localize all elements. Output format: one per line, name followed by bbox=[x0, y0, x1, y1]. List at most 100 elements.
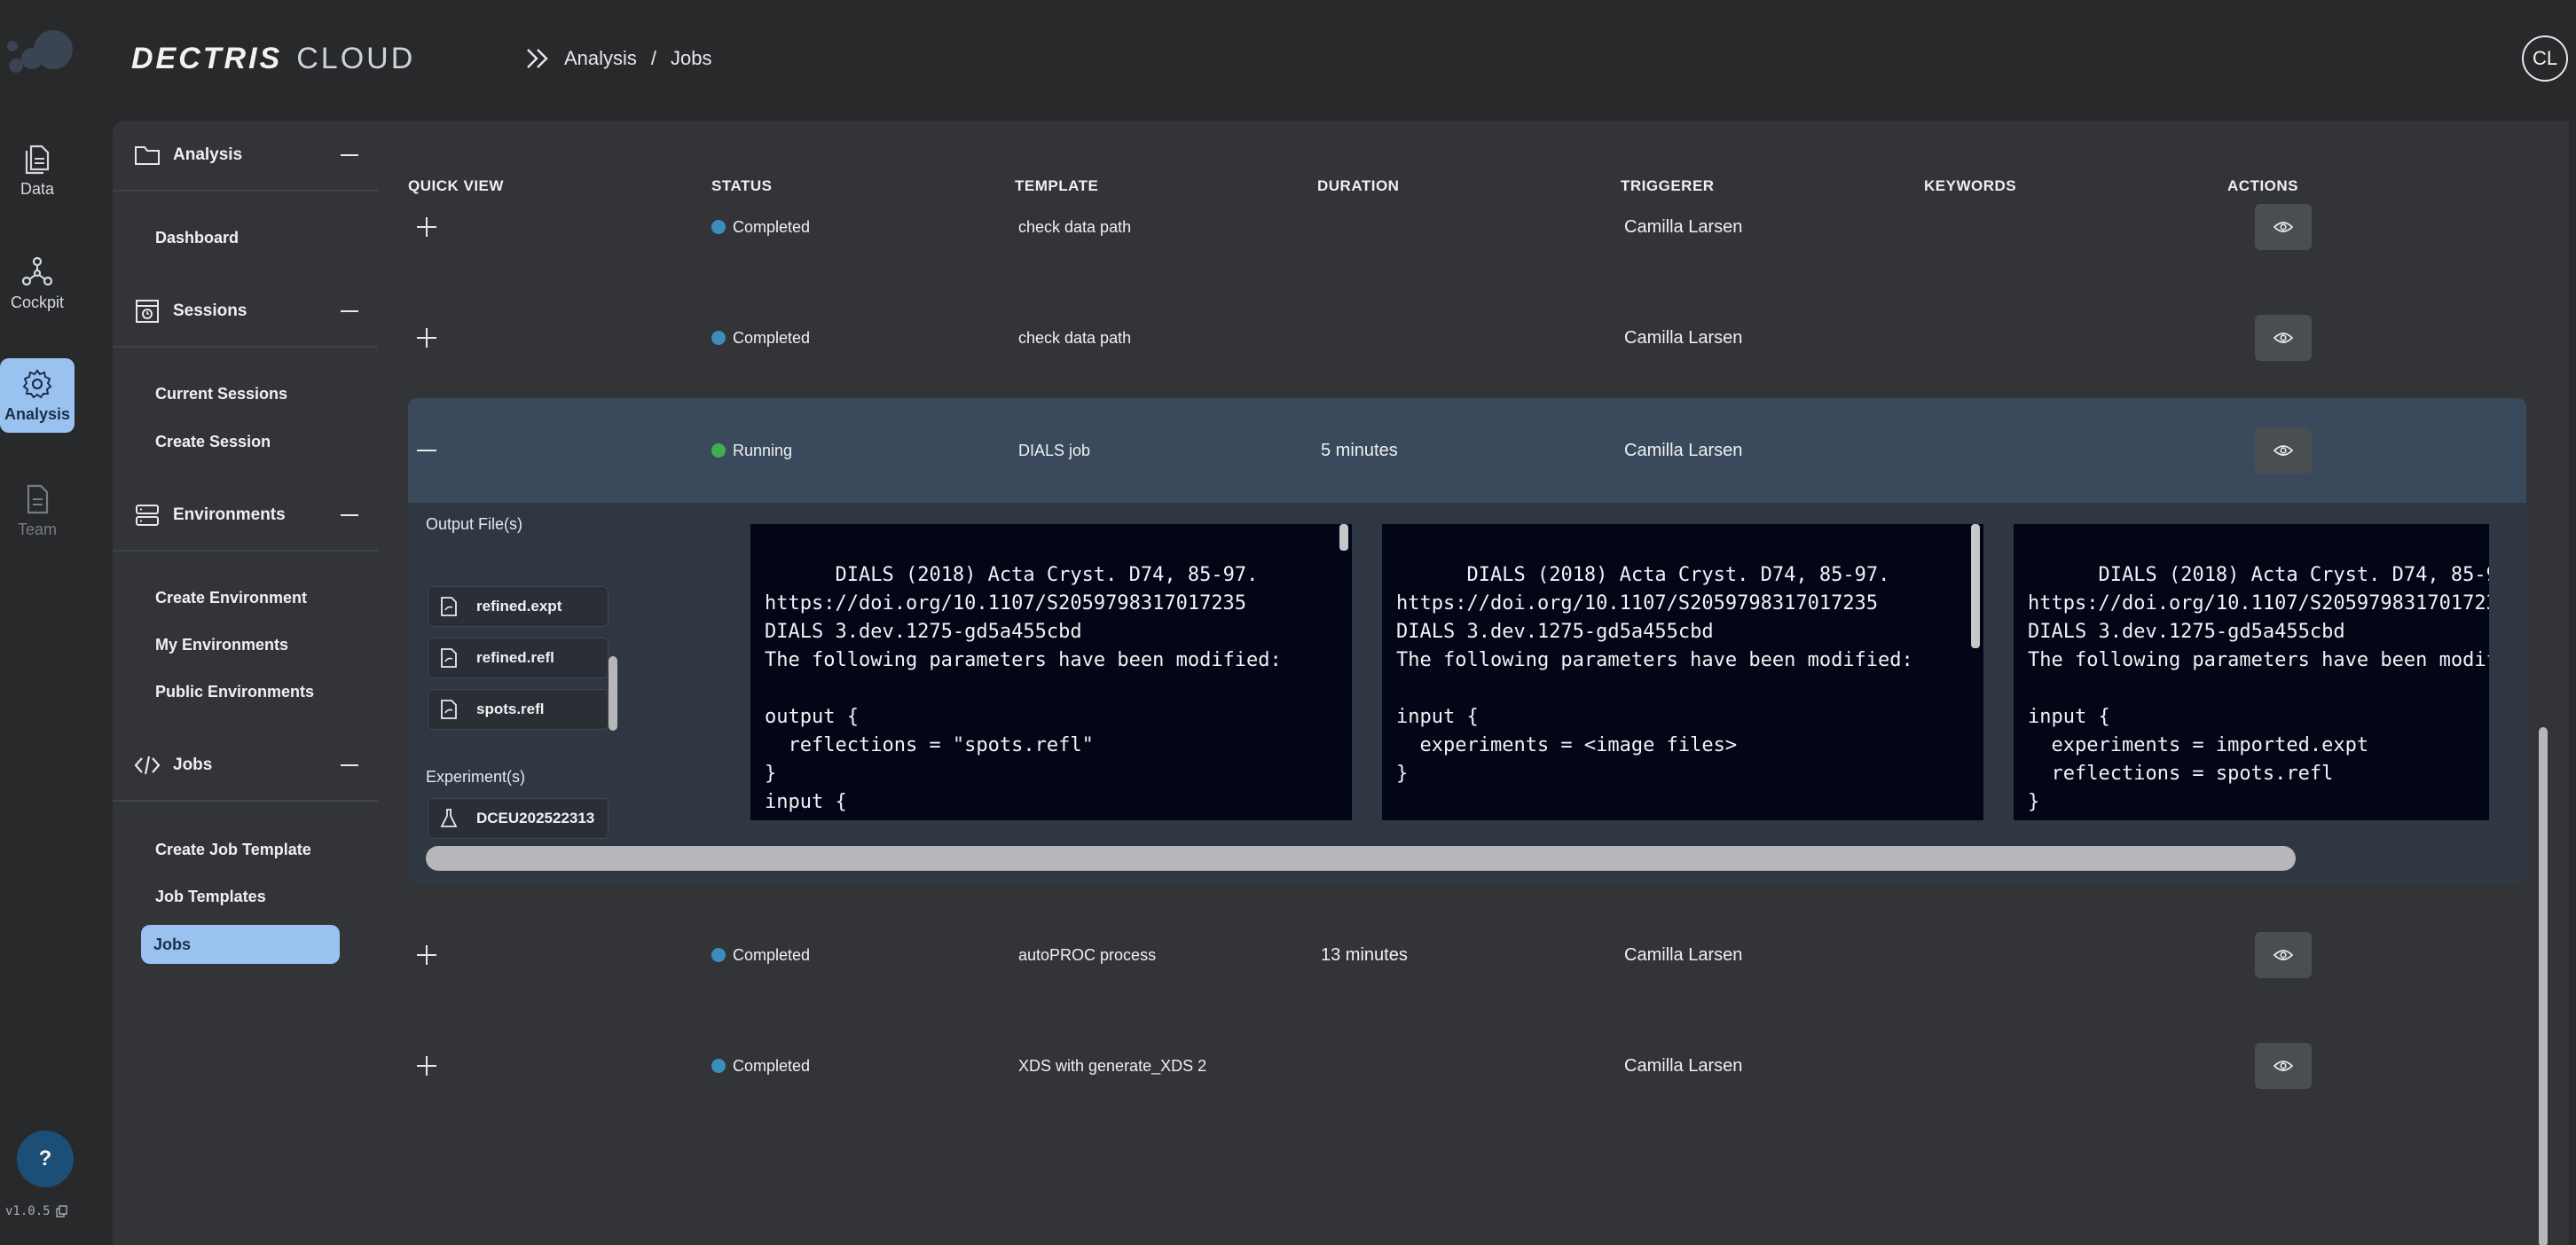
job-detail-panel: Output File(s) refined.expt refined.refl… bbox=[408, 503, 2526, 884]
session-icon bbox=[134, 299, 161, 324]
double-chevron-right-icon[interactable] bbox=[525, 47, 552, 70]
collapse-icon[interactable] bbox=[341, 154, 358, 156]
output-file-chip[interactable]: spots.refl bbox=[428, 689, 609, 730]
rail-item-data[interactable]: Data bbox=[0, 133, 75, 208]
status-dot-icon bbox=[711, 443, 726, 458]
eye-icon bbox=[2274, 950, 2293, 960]
collapse-icon[interactable] bbox=[341, 310, 358, 312]
log-text: DIALS (2018) Acta Cryst. D74, 85-97. htt… bbox=[2028, 564, 2489, 813]
log-text: DIALS (2018) Acta Cryst. D74, 85-97. htt… bbox=[1396, 564, 1983, 820]
sidebar-item-create-job-template[interactable]: Create Job Template bbox=[155, 830, 350, 869]
table-row[interactable]: Completed check data path Camilla Larsen bbox=[408, 175, 2526, 279]
log-output[interactable]: DIALS (2018) Acta Cryst. D74, 85-97. htt… bbox=[2014, 524, 2489, 820]
sidebar-section-title: Environments bbox=[173, 505, 286, 524]
status-dot-icon bbox=[711, 948, 726, 962]
expand-plus-icon[interactable] bbox=[417, 217, 436, 237]
view-button[interactable] bbox=[2255, 204, 2312, 250]
sidebar-section-analysis[interactable]: Analysis bbox=[113, 121, 378, 192]
sidebar-section-title: Analysis bbox=[173, 145, 243, 164]
view-button[interactable] bbox=[2255, 427, 2312, 474]
eye-icon bbox=[2274, 333, 2293, 343]
log-scrollbar[interactable] bbox=[1971, 524, 1980, 648]
jobs-table-panel: QUICK VIEW STATUS TEMPLATE DURATION TRIG… bbox=[378, 121, 2569, 1245]
rail-label-data: Data bbox=[20, 179, 55, 198]
triggerer-cell: Camilla Larsen bbox=[1624, 327, 1743, 348]
status-text: Completed bbox=[733, 1056, 811, 1075]
version-label: v1.0.5 bbox=[5, 1204, 68, 1218]
expand-plus-icon[interactable] bbox=[417, 1056, 436, 1076]
status-cell: Completed bbox=[711, 286, 810, 390]
folder-icon bbox=[134, 143, 161, 168]
file-icon bbox=[441, 700, 457, 719]
rail-label-team: Team bbox=[17, 520, 57, 538]
experiments-label: Experiment(s) bbox=[426, 768, 526, 786]
status-dot-icon bbox=[711, 1059, 726, 1073]
output-file-chip[interactable]: refined.refl bbox=[428, 638, 609, 678]
experiment-chip[interactable]: DCEU202522313 bbox=[428, 798, 609, 839]
table-row[interactable]: Completed check data path Camilla Larsen bbox=[408, 286, 2526, 390]
status-text: Running bbox=[733, 441, 793, 459]
template-cell: autoPROC process bbox=[1018, 945, 1157, 964]
rail-item-team[interactable]: Team bbox=[0, 474, 75, 548]
help-button[interactable]: ? bbox=[17, 1131, 74, 1187]
status-cell: Completed bbox=[711, 1014, 810, 1118]
sidebar-section-sessions[interactable]: Sessions bbox=[113, 277, 378, 348]
network-icon bbox=[21, 256, 53, 286]
file-list-scrollbar[interactable] bbox=[609, 656, 617, 731]
status-text: Completed bbox=[733, 328, 811, 347]
sidebar-item-jobs[interactable]: Jobs bbox=[141, 925, 340, 964]
sidebar-item-my-environments[interactable]: My Environments bbox=[155, 625, 350, 664]
collapse-icon[interactable] bbox=[341, 514, 358, 516]
expand-plus-icon[interactable] bbox=[417, 945, 436, 965]
brand-part2: CLOUD bbox=[296, 41, 416, 75]
brand-logo[interactable]: DECTRIS CLOUD bbox=[131, 39, 415, 78]
template-cell: check data path bbox=[1018, 328, 1132, 347]
log-output[interactable]: DIALS (2018) Acta Cryst. D74, 85-97. htt… bbox=[1382, 524, 1983, 820]
sidebar-item-dashboard[interactable]: Dashboard bbox=[155, 218, 350, 257]
sidebar-section-jobs[interactable]: Jobs bbox=[113, 731, 378, 802]
breadcrumb-jobs: Jobs bbox=[671, 47, 712, 69]
code-icon bbox=[134, 753, 161, 778]
dectris-logo-icon[interactable] bbox=[4, 27, 75, 80]
view-button[interactable] bbox=[2255, 1043, 2312, 1089]
version-text: v1.0.5 bbox=[5, 1204, 51, 1218]
eye-icon bbox=[2274, 1061, 2293, 1071]
status-dot-icon bbox=[711, 220, 726, 234]
sidebar-item-current-sessions[interactable]: Current Sessions bbox=[155, 374, 350, 413]
sidebar-section-environments[interactable]: Environments bbox=[113, 481, 378, 552]
sidebar-item-create-environment[interactable]: Create Environment bbox=[155, 578, 350, 617]
view-button[interactable] bbox=[2255, 315, 2312, 361]
breadcrumb-analysis[interactable]: Analysis bbox=[564, 47, 637, 70]
flask-icon bbox=[440, 809, 458, 827]
sidebar-item-public-environments[interactable]: Public Environments bbox=[155, 672, 350, 711]
collapse-icon[interactable] bbox=[341, 764, 358, 766]
file-name: refined.expt bbox=[476, 598, 562, 615]
main-vertical-scrollbar[interactable] bbox=[2539, 727, 2548, 1245]
rail-item-cockpit[interactable]: Cockpit bbox=[0, 247, 75, 321]
gear-icon bbox=[22, 368, 52, 398]
output-file-chip[interactable]: refined.expt bbox=[428, 586, 609, 627]
view-button[interactable] bbox=[2255, 932, 2312, 978]
table-row-expanded[interactable]: Running DIALS job 5 minutes Camilla Lars… bbox=[408, 398, 2526, 503]
file-icon bbox=[441, 648, 457, 668]
secondary-sidebar: Analysis Dashboard Sessions Current Sess… bbox=[113, 121, 378, 1245]
table-row[interactable]: Completed XDS with generate_XDS 2 Camill… bbox=[408, 1014, 2526, 1118]
sidebar-item-job-templates[interactable]: Job Templates bbox=[155, 877, 350, 916]
top-bar: DECTRIS CLOUD Analysis / Jobs CL bbox=[0, 0, 2576, 114]
user-avatar[interactable]: CL bbox=[2522, 35, 2568, 82]
log-horizontal-scrollbar[interactable] bbox=[426, 846, 2296, 871]
expand-plus-icon[interactable] bbox=[417, 328, 436, 348]
collapse-minus-icon[interactable] bbox=[417, 450, 436, 451]
sidebar-item-create-session[interactable]: Create Session bbox=[155, 422, 350, 461]
log-scrollbar[interactable] bbox=[1339, 524, 1348, 551]
template-cell: check data path bbox=[1018, 217, 1132, 236]
log-output[interactable]: DIALS (2018) Acta Cryst. D74, 85-97. htt… bbox=[750, 524, 1352, 820]
sidebar-section-title: Jobs bbox=[173, 756, 213, 774]
breadcrumb: Analysis / Jobs bbox=[525, 41, 712, 76]
document-icon bbox=[27, 484, 49, 513]
breadcrumb-separator: / bbox=[650, 47, 657, 69]
output-files-label: Output File(s) bbox=[426, 515, 523, 533]
rail-item-analysis[interactable]: Analysis bbox=[0, 358, 75, 433]
table-row[interactable]: Completed autoPROC process 13 minutes Ca… bbox=[408, 903, 2526, 1007]
copy-icon[interactable] bbox=[55, 1205, 68, 1218]
